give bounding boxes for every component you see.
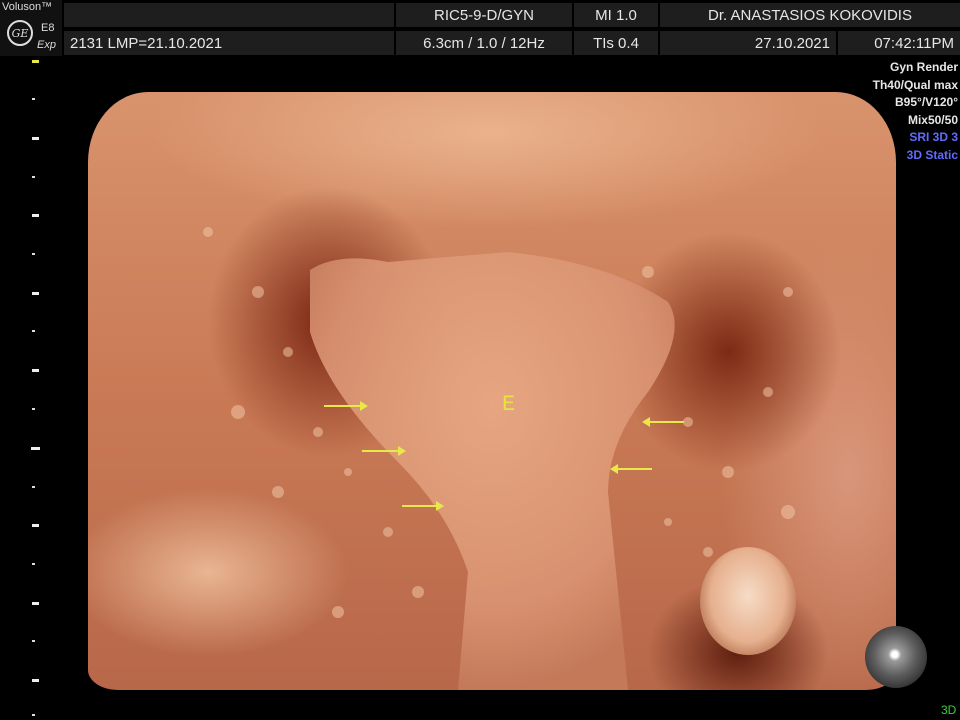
mode-indicator: 3D [941,703,957,717]
scale-tick-focus [32,60,39,63]
brand-name: Voluson™ [2,1,53,13]
mechanical-index: MI 1.0 [574,3,658,27]
probe-preset: RIC5-9-D/GYN [396,3,572,27]
annotation-arrow-icon [610,464,652,474]
annotation-arrow-icon [324,401,368,411]
scale-tick [32,176,35,178]
scale-tick [32,679,39,682]
scale-tick [32,253,35,255]
scale-tick [32,602,39,605]
scale-tick [32,214,39,217]
scale-tick [31,447,40,450]
scale-tick [32,98,35,100]
doctor-name: Dr. ANASTASIOS KOKOVIDIS [660,3,960,27]
header-bar: Voluson™ GE E8 Exp RIC5-9-D/GYN MI 1.0 D… [0,0,960,58]
scale-tick [32,292,39,295]
param-render-mode: Gyn Render [889,60,958,74]
exam-date: 27.10.2021 [660,31,836,55]
scale-tick [32,137,39,140]
orientation-sphere-icon[interactable] [865,626,927,688]
scale-tick [32,408,35,410]
model-sub: Exp [37,39,56,51]
thermal-index: TIs 0.4 [574,31,658,55]
brand-logo-box: Voluson™ GE E8 Exp [0,0,62,56]
annotation-arrow-icon [642,417,684,427]
endometrium-label: E [502,392,516,417]
scale-tick [32,330,35,332]
ge-logo-icon: GE [7,20,33,46]
scale-tick [32,369,39,372]
scale-tick [32,486,35,488]
annotation-arrow-icon [402,501,444,511]
header-blank-cell [64,3,394,27]
patient-info: 2131 LMP=21.10.2021 [64,31,394,55]
scale-tick [32,640,35,642]
scale-tick [32,524,39,527]
ovarian-structure [700,547,796,655]
scale-tick [32,563,35,565]
annotation-arrow-icon [362,446,406,456]
model-name: E8 [41,22,55,34]
scale-tick [32,714,35,716]
exam-time: 07:42:11PM [838,31,960,55]
depth-frequency: 6.3cm / 1.0 / 12Hz [396,31,572,55]
ultrasound-3d-render [88,92,896,690]
